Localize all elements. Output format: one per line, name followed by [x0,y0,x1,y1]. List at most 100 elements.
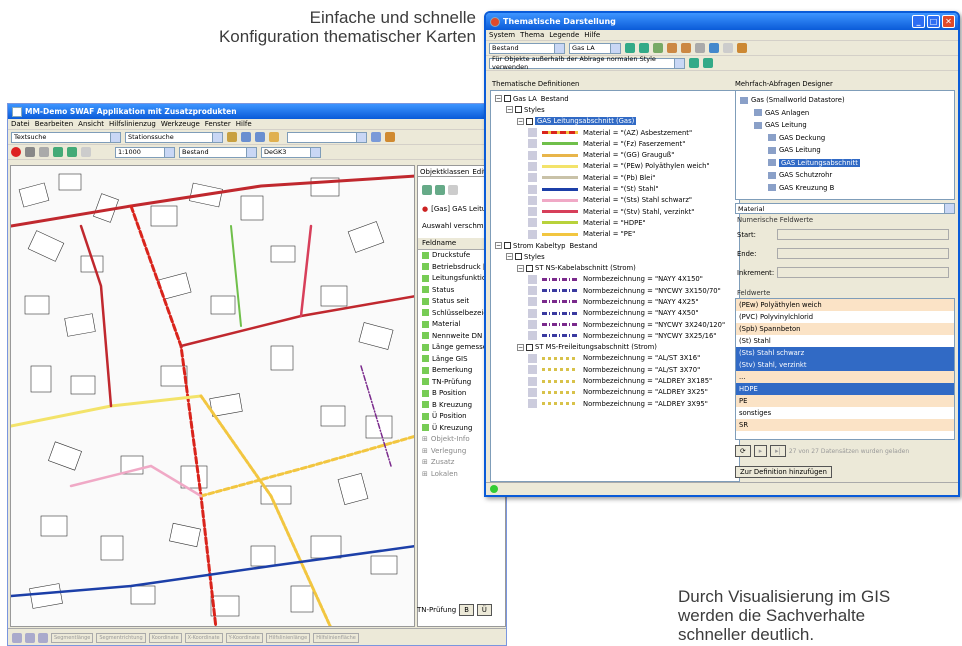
tree-node[interactable]: − Styles [491,251,739,262]
coordinate-button[interactable]: Koordinate [148,633,182,643]
tree-node[interactable]: Material = "(PEw) Polyäthylen weich" [491,161,739,172]
field-value-item[interactable]: (PVC) Polyvinylchlorid [736,311,954,323]
theme-save-icon[interactable] [667,43,677,53]
minimize-button[interactable]: _ [912,15,925,28]
back-arrow-icon[interactable] [241,132,251,142]
pointer-icon[interactable] [39,147,49,157]
menu-datei[interactable]: Datei [11,120,30,128]
dataset-combo[interactable]: DeGK3 [261,146,321,158]
select-icon[interactable] [25,147,35,157]
menu-hilfe[interactable]: Hilfe [584,31,600,39]
field-value-item[interactable]: (Sts) Stahl schwarz [736,347,954,359]
tree-node[interactable]: Material = "HDPE" [491,217,739,228]
designer-tree-node[interactable]: GAS Kreuzung B [736,182,954,195]
end-input[interactable] [777,248,949,259]
search-icon[interactable] [227,132,237,142]
tree-node[interactable]: Normbezeichnung = "NYCWY 3X240/120" [491,319,739,330]
tree-checkbox[interactable] [504,242,511,249]
tree-node[interactable]: − Gas LA Bestand [491,93,739,104]
tree-node[interactable]: − GAS Leitungsabschnitt (Gas) [491,116,739,127]
tree-node[interactable]: Material = "(GG) Grauguß" [491,149,739,160]
tree-node[interactable]: Normbezeichnung = "NYCWY 3X25/16" [491,330,739,341]
designer-tree-node[interactable]: GAS Leitung [736,119,954,132]
tree-node[interactable]: − ST MS-Freileitungsabschnitt (Strom) [491,342,739,353]
tree-node[interactable]: Normbezeichnung = "NAYY 4X25" [491,296,739,307]
tab-objektklassen[interactable]: Objektklassen [420,168,469,176]
front-state-combo[interactable]: Bestand [489,42,565,54]
helpline-length-button[interactable]: Hilfslinienlänge [265,633,311,643]
draw-tool-icon[interactable] [12,633,22,643]
menu-thema[interactable]: Thema [520,31,544,39]
increment-input[interactable] [777,267,949,278]
theme-paste-icon[interactable] [709,43,719,53]
tree-node[interactable]: Material = "(Stv) Stahl, verzinkt" [491,206,739,217]
designer-tree-node[interactable]: GAS Schutzrohr [736,169,954,182]
maximize-button[interactable]: □ [927,15,940,28]
tree-node[interactable]: − ST NS-Kabelabschnitt (Strom) [491,262,739,273]
theme-copy-icon[interactable] [653,43,663,53]
segment-length-button[interactable]: Segmentlänge [51,633,94,643]
attribute-combo[interactable]: Material [735,203,955,214]
field-value-item[interactable]: sonstiges [736,407,954,419]
theme-filter-icon[interactable] [737,43,747,53]
tree-node[interactable]: Material = "PE" [491,229,739,240]
tree-checkbox[interactable] [526,264,533,272]
menu-legende[interactable]: Legende [549,31,579,39]
field-value-item[interactable]: ... [736,371,954,383]
expand-icon[interactable]: − [517,117,524,125]
menu-ansicht[interactable]: Ansicht [78,120,104,128]
helpline-area-button[interactable]: Hilfslinienfläche [313,633,359,643]
tree-node[interactable]: Material = "(AZ) Asbestzement" [491,127,739,138]
draw-tool-icon-3[interactable] [38,633,48,643]
menu-hilfslinienzug[interactable]: Hilfslinienzug [109,120,156,128]
refresh-button[interactable]: ⟳ [735,445,751,457]
tree-checkbox[interactable] [504,95,511,103]
tree-checkbox[interactable] [526,117,533,125]
style-reset-icon[interactable] [703,58,713,68]
tree-node[interactable]: Material = "(St) Stahl" [491,183,739,194]
style-apply-icon[interactable] [689,58,699,68]
tree-node[interactable]: Normbezeichnung = "ALDREY 3X185" [491,375,739,386]
theme-delete-icon[interactable] [681,43,691,53]
designer-tree-node[interactable]: GAS Leitung [736,144,954,157]
designer-tree-node[interactable]: Gas (Smallworld Datastore) [736,94,954,107]
home-icon[interactable] [269,132,279,142]
tn-button-1[interactable]: B [459,604,474,616]
last-button[interactable]: ▸| [770,445,786,457]
field-value-item[interactable]: (Stv) Stahl, verzinkt [736,359,954,371]
tree-node[interactable]: Material = "(Fz) Faserzement" [491,138,739,149]
zoom-icon[interactable] [371,132,381,142]
address-combo[interactable] [287,131,367,143]
start-input[interactable] [777,229,949,240]
theme-copy2-icon[interactable] [695,43,705,53]
map-view[interactable] [10,165,415,627]
layer-icon[interactable] [385,132,395,142]
tree-checkbox[interactable] [515,106,522,114]
y-coordinate-button[interactable]: Y-Koordinate [225,633,263,643]
designer-tree-node[interactable]: GAS Leitungsabschnitt [736,157,954,170]
field-value-item[interactable]: (St) Stahl [736,335,954,347]
zoom-out-icon[interactable] [67,147,77,157]
menu-hilfe[interactable]: Hilfe [236,120,252,128]
field-value-item[interactable]: SR [736,419,954,431]
tree-checkbox[interactable] [526,343,533,351]
field-value-item[interactable]: (PEw) Polyäthylen weich [736,299,954,311]
menu-bearbeiten[interactable]: Bearbeiten [35,120,73,128]
close-button[interactable]: ✕ [942,15,955,28]
theme-disabled-icon[interactable] [723,43,733,53]
menu-system[interactable]: System [489,31,515,39]
tree-node[interactable]: Normbezeichnung = "AL/ST 3X16" [491,353,739,364]
add-to-definition-button[interactable]: Zur Definition hinzufügen [735,466,832,478]
tree-node[interactable]: − Strom Kabeltyp Bestand [491,240,739,251]
tree-node[interactable]: Normbezeichnung = "NAYY 4X50" [491,308,739,319]
tree-node[interactable]: Normbezeichnung = "ALDREY 3X95" [491,398,739,409]
text-search-combo[interactable]: Textsuche [11,131,121,143]
expand-icon[interactable]: − [495,95,502,103]
tree-checkbox[interactable] [515,253,522,261]
expand-icon[interactable]: − [506,253,513,261]
tree-node[interactable]: Normbezeichnung = "AL/ST 3X70" [491,364,739,375]
theme-edit-icon[interactable] [639,43,649,53]
tree-node[interactable]: Normbezeichnung = "NAYY 4X150" [491,274,739,285]
field-value-item[interactable]: PE [736,395,954,407]
theme-combo[interactable]: Gas LA [569,42,621,54]
